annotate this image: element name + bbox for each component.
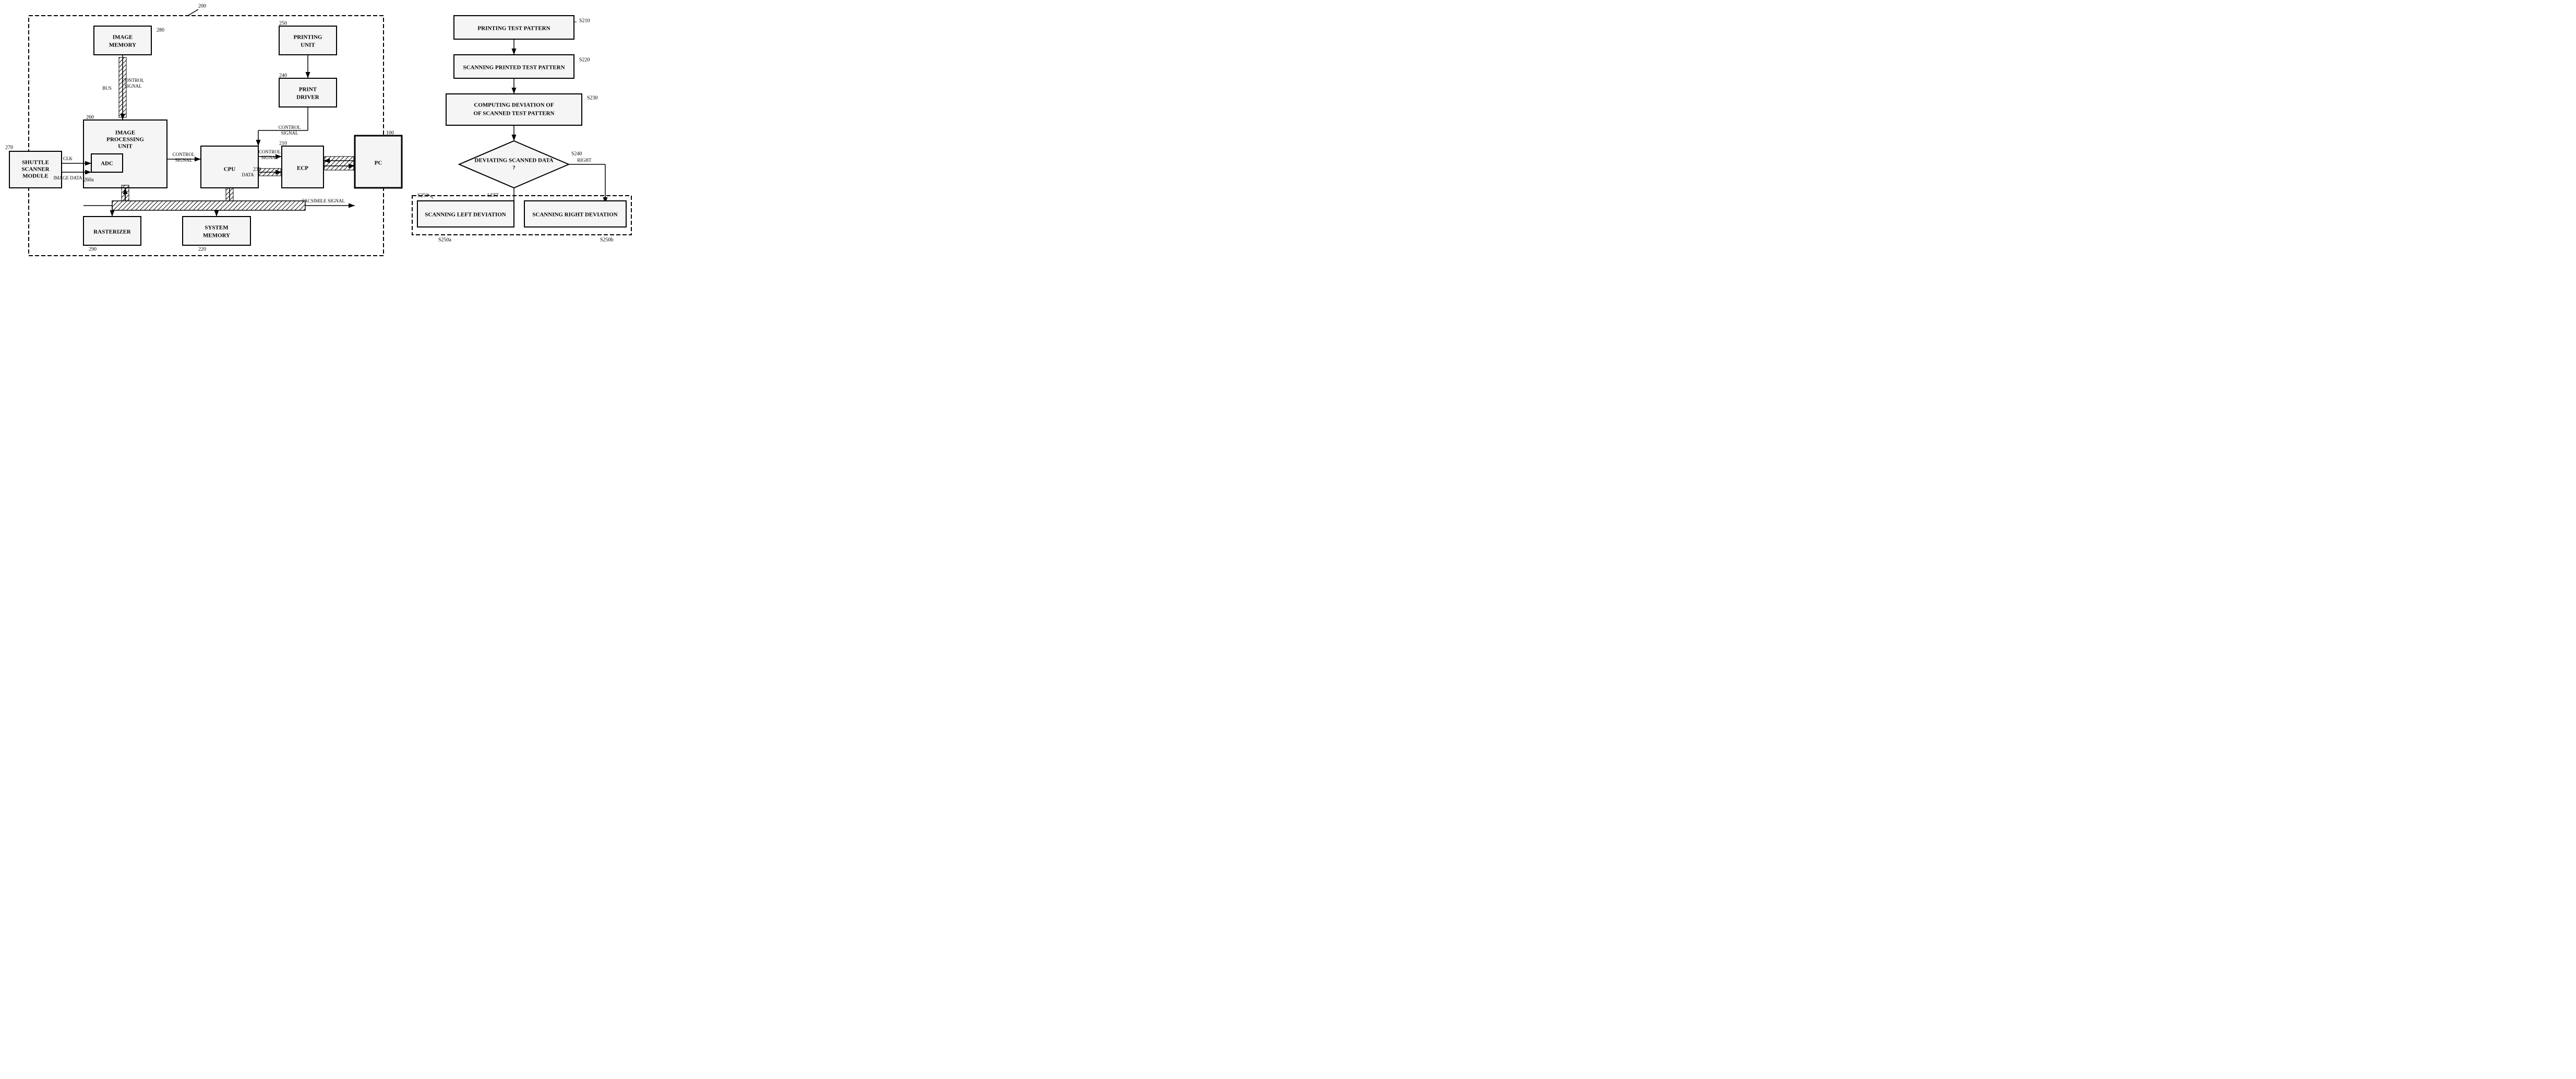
ref-s230: S230 [587, 95, 598, 101]
shuttle-scanner-label: SHUTTLE [22, 160, 49, 166]
ref-s210: S210 [579, 18, 590, 23]
s230-block [446, 94, 582, 125]
pc-label: PC [375, 160, 382, 166]
s220-label: SCANNING PRINTED TEST PATTERN [463, 65, 565, 71]
s210-label: PRINTING TEST PATTERN [477, 26, 550, 32]
rasterizer-label: RASTERIZER [93, 229, 131, 235]
ref-250: 250 [279, 20, 287, 26]
ref-260a: 260a [83, 177, 94, 183]
s230-label1: COMPUTING DEVIATION OF [474, 102, 554, 109]
system-memory-label1: SYSTEM [205, 225, 229, 231]
s240-label1: DEVIATING SCANNED DATA [475, 158, 554, 164]
print-driver-label2: DRIVER [296, 94, 319, 101]
ref-100: 100 [386, 130, 394, 136]
ref-s250a: S250a [438, 237, 452, 243]
control-signal-1: CONTROL [122, 78, 145, 83]
print-driver-label1: PRINT [299, 87, 317, 93]
control-signal-1b: SIGNAL [125, 83, 142, 89]
ref-280: 280 [157, 27, 164, 33]
control-signal-pd: CONTROL [279, 125, 301, 130]
ref-s250: S250 [417, 193, 428, 198]
shuttle-scanner-label2: SCANNER [21, 166, 50, 173]
adc-label: ADC [101, 161, 113, 167]
cpu-label: CPU [224, 166, 236, 173]
printing-unit-label1: PRINTING [293, 34, 322, 41]
s250b-label: SCANNING RIGHT DEVIATION [532, 212, 617, 218]
diagram-container: 200 SHUTTLE SCANNER MODULE 270 IMAGE MEM… [0, 0, 644, 270]
s250a-label: SCANNING LEFT DEVIATION [425, 212, 506, 218]
ipu-label3: UNIT [118, 143, 133, 150]
ref-230: 230 [253, 166, 261, 172]
bus-label: BUS [102, 86, 112, 91]
s240-label2: ? [512, 165, 516, 171]
control-signal-cpu-ecp-b: SIGNAL [261, 155, 279, 160]
image-data-label: IMAGE DATA [53, 175, 82, 181]
ipu-label2: PROCESSING [106, 137, 144, 143]
ref-260: 260 [86, 114, 94, 120]
ref-220: 220 [198, 246, 206, 252]
ref-290: 290 [89, 246, 97, 252]
control-signal-ipu-cpu: CONTROL [173, 152, 195, 157]
image-memory-label1: IMAGE [113, 34, 133, 41]
control-signal-cpu-ecp: CONTROL [259, 149, 281, 154]
clk-label: CLK [63, 156, 73, 161]
s230-label2: OF SCANNED TEST PATTERN [474, 111, 555, 117]
ref-200: 200 [198, 3, 206, 9]
ref-s240: S240 [571, 151, 582, 157]
facsimile-signal-label: FACSIMILE SIGNAL [302, 198, 345, 203]
ref-s220: S220 [579, 57, 590, 63]
system-memory-label2: MEMORY [203, 233, 230, 239]
ref-s250b: S250b [600, 237, 614, 243]
printing-unit-label2: UNIT [301, 42, 315, 49]
ref-240: 240 [279, 73, 287, 78]
ref-270: 270 [5, 145, 13, 150]
shuttle-scanner-label3: MODULE [22, 173, 49, 179]
right-label: RIGHT [577, 158, 592, 163]
control-signal-pd-b: SIGNAL [281, 130, 298, 136]
ipu-label1: IMAGE [115, 130, 136, 136]
image-memory-label2: MEMORY [109, 42, 136, 49]
control-signal-ipu-cpu-b: SIGNAL [175, 158, 193, 163]
ref-210: 210 [279, 140, 287, 146]
ecp-label: ECP [297, 165, 308, 172]
data-label: DATA [242, 172, 254, 177]
